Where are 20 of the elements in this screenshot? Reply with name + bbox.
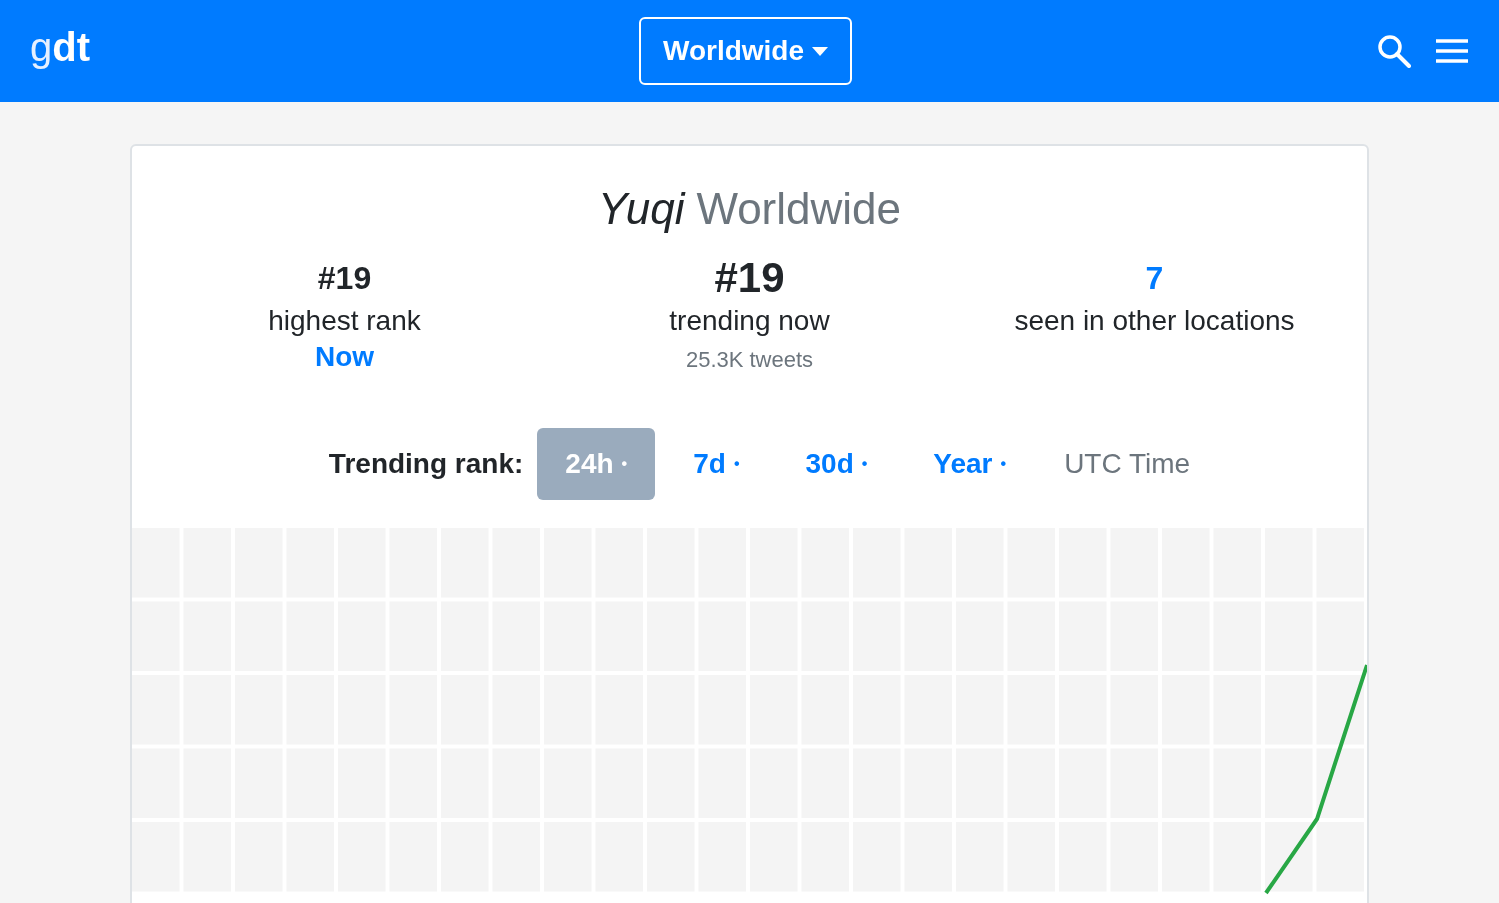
stat-value: #19 <box>317 259 372 298</box>
range-label: Trending rank: <box>328 448 524 480</box>
logo[interactable]: gdt <box>30 24 90 70</box>
caret-icon <box>812 46 828 56</box>
stat-value: #19 <box>714 256 785 300</box>
tweet-count: 25.3K tweets <box>685 346 814 374</box>
stat-label: highest rank <box>268 304 421 338</box>
range-tab[interactable]: Year • <box>905 428 1035 500</box>
stat-value[interactable]: 7 <box>1145 256 1164 300</box>
stat-label: trending now <box>669 304 830 338</box>
range-tab[interactable]: 30d • <box>777 428 896 500</box>
stat-label: seen in other locations <box>1014 304 1295 338</box>
location-title: Worldwide <box>696 184 901 234</box>
location-dropdown[interactable]: Worldwide <box>639 17 852 85</box>
range-tab[interactable]: 7d • <box>665 428 768 500</box>
timezone-toggle[interactable]: UTC Time <box>1044 448 1211 480</box>
search-icon[interactable] <box>1377 34 1411 68</box>
range-tab[interactable]: 24h • <box>537 428 656 500</box>
topic-title: Yuqi <box>597 184 685 234</box>
time-link[interactable]: Now <box>314 342 375 372</box>
